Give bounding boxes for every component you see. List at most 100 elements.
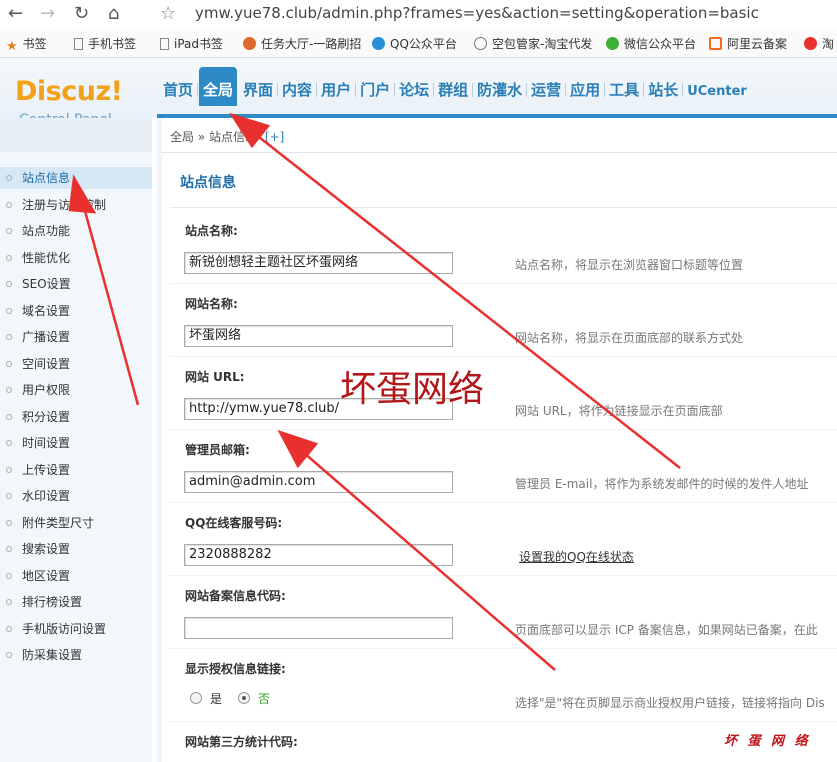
bookmark-item[interactable]: 微信公众平台 xyxy=(606,35,696,52)
divider xyxy=(170,648,837,649)
license-link-desc: 选择"是"将在页脚显示商业授权用户链接，链接将指向 Dis xyxy=(515,696,825,710)
aliyun-icon xyxy=(709,37,722,50)
divider xyxy=(170,429,837,430)
admin-header: Discuz! 首页 全局 界面 内容 用户 门户 论坛 群组 防灌水 运营 应用 工具 站长 UCent… xyxy=(0,58,837,118)
nav-antispam[interactable]: 防灌水 xyxy=(474,73,528,106)
sidebar-item[interactable]: 水印设置 xyxy=(0,485,152,507)
bookmark-item[interactable]: QQ公众平台 xyxy=(372,35,457,52)
bookmark-item[interactable]: ★ 书签 xyxy=(6,35,47,54)
nav-content[interactable]: 内容 xyxy=(279,73,318,106)
nav-ui[interactable]: 界面 xyxy=(240,73,279,106)
sidebar-item[interactable]: 搜索设置 xyxy=(0,538,152,560)
globe-icon xyxy=(243,37,256,50)
nav-ucenter[interactable]: UCenter xyxy=(684,78,750,105)
license-yes-label: 是 xyxy=(210,692,223,706)
reload-icon[interactable]: ↻ xyxy=(74,3,89,24)
sidebar-item[interactable]: 域名设置 xyxy=(0,300,152,322)
home-icon[interactable]: ⌂ xyxy=(108,3,119,24)
sidebar-item-label: 性能优化 xyxy=(22,250,71,265)
sidebar-item[interactable]: 积分设置 xyxy=(0,406,152,428)
star-icon[interactable]: ☆ xyxy=(160,3,176,24)
divider xyxy=(170,502,837,503)
sidebar-item-label: 站点信息 xyxy=(22,171,71,185)
site-name-label: 站点名称: xyxy=(185,224,238,238)
sidebar-item[interactable]: 注册与访问控制 xyxy=(0,194,152,216)
nav-apps[interactable]: 应用 xyxy=(567,73,606,106)
sidebar-item[interactable]: 时间设置 xyxy=(0,432,152,454)
sidebar-item-label: 排行榜设置 xyxy=(22,595,83,609)
web-name-label: 网站名称: xyxy=(185,297,238,311)
qq-service-input[interactable]: 2320888282 xyxy=(184,544,453,566)
sidebar-item-label: 地区设置 xyxy=(22,568,71,583)
icp-input[interactable] xyxy=(184,617,453,639)
bullet-icon xyxy=(6,546,12,552)
admin-email-label: 管理员邮箱: xyxy=(185,443,250,457)
sidebar-item[interactable]: 防采集设置 xyxy=(0,644,152,666)
back-icon[interactable]: ← xyxy=(8,3,23,24)
add-shortcut-button[interactable]: [+] xyxy=(265,130,284,144)
bookmark-item[interactable]: 空包管家-淘宝代发 xyxy=(474,35,596,52)
breadcrumb-separator: » xyxy=(197,130,206,144)
bookmark-item[interactable]: 淘 xyxy=(804,35,834,52)
admin-email-desc: 管理员 E-mail，将作为系统发邮件的时候的发件人地址 xyxy=(515,477,809,491)
sidebar-item[interactable]: 空间设置 xyxy=(0,353,152,375)
sidebar-item[interactable]: 广播设置 xyxy=(0,326,152,348)
breadcrumb-current: 站点信息 xyxy=(209,130,258,144)
sidebar-item[interactable]: SEO设置 xyxy=(0,273,152,295)
star-icon: ★ xyxy=(6,39,18,54)
bookmark-item[interactable]: 阿里云备案 xyxy=(709,35,787,52)
bookmark-item[interactable]: iPad书签 xyxy=(160,35,223,52)
nav-tools[interactable]: 工具 xyxy=(606,73,645,106)
web-name-input[interactable]: 坏蛋网络 xyxy=(184,325,453,347)
sidebar-item[interactable]: 站点信息 xyxy=(0,167,152,189)
sidebar-item-label: 注册与访问控制 xyxy=(22,197,107,212)
bullet-icon xyxy=(6,466,12,473)
sidebar-item-label: 广播设置 xyxy=(22,330,71,344)
bullet-icon xyxy=(6,519,12,526)
breadcrumb-root[interactable]: 全局 xyxy=(170,130,194,144)
sidebar-item-label: 用户权限 xyxy=(22,383,71,397)
sidebar-item[interactable]: 性能优化 xyxy=(0,247,152,269)
page-icon xyxy=(160,38,169,50)
address-bar[interactable]: ymw.yue78.club/admin.php?frames=yes&acti… xyxy=(195,4,759,22)
site-name-input[interactable]: 新锐创想轻主题社区坏蛋网络 xyxy=(184,252,453,274)
logo: Discuz! xyxy=(15,76,123,107)
bookmark-item[interactable]: 任务大厅-一路刷招 xyxy=(243,35,361,52)
sidebar-item[interactable]: 附件类型尺寸 xyxy=(0,512,152,534)
nav-portal[interactable]: 门户 xyxy=(357,73,396,106)
nav-operation[interactable]: 运营 xyxy=(528,73,567,106)
sidebar-item[interactable]: 用户权限 xyxy=(0,379,152,401)
divider xyxy=(170,356,837,357)
admin-email-input[interactable]: admin@admin.com xyxy=(184,471,453,493)
icp-desc: 页面底部可以显示 ICP 备案信息，如果网站已备案，在此 xyxy=(515,623,818,637)
license-no-radio[interactable] xyxy=(238,692,250,704)
sidebar-item[interactable]: 地区设置 xyxy=(0,565,152,587)
icp-label: 网站备案信息代码: xyxy=(185,589,286,603)
license-yes-radio[interactable] xyxy=(190,692,202,704)
divider xyxy=(170,207,837,208)
bookmark-item[interactable]: 手机书签 xyxy=(74,35,136,52)
bullet-icon xyxy=(6,307,12,314)
nav-founder[interactable]: 站长 xyxy=(645,73,684,106)
sidebar-item[interactable]: 手机版访问设置 xyxy=(0,618,152,640)
sidebar-item[interactable]: 站点功能 xyxy=(0,220,152,242)
forward-icon[interactable]: → xyxy=(40,3,55,24)
nav-forum[interactable]: 论坛 xyxy=(396,73,435,106)
nav-home[interactable]: 首页 xyxy=(160,73,199,106)
sidebar-item-label: 附件类型尺寸 xyxy=(22,515,95,530)
bullet-icon xyxy=(6,175,12,181)
sidebar-item-label: 手机版访问设置 xyxy=(22,621,107,636)
nav-user[interactable]: 用户 xyxy=(318,73,357,106)
bullet-icon xyxy=(6,334,12,340)
bullet-icon xyxy=(6,201,12,208)
divider xyxy=(170,721,837,722)
sidebar-item[interactable]: 上传设置 xyxy=(0,459,152,481)
sidebar-item[interactable]: 排行榜设置 xyxy=(0,591,152,613)
nav-group[interactable]: 群组 xyxy=(435,73,474,106)
set-qq-status-link[interactable]: 设置我的QQ在线状态 xyxy=(519,548,634,565)
web-url-desc: 网站 URL，将作为链接显示在页面底部 xyxy=(515,404,723,418)
nav-global[interactable]: 全局 xyxy=(199,67,238,106)
divider xyxy=(162,152,837,153)
sidebar-item-label: 站点功能 xyxy=(22,224,71,238)
divider xyxy=(170,575,837,576)
